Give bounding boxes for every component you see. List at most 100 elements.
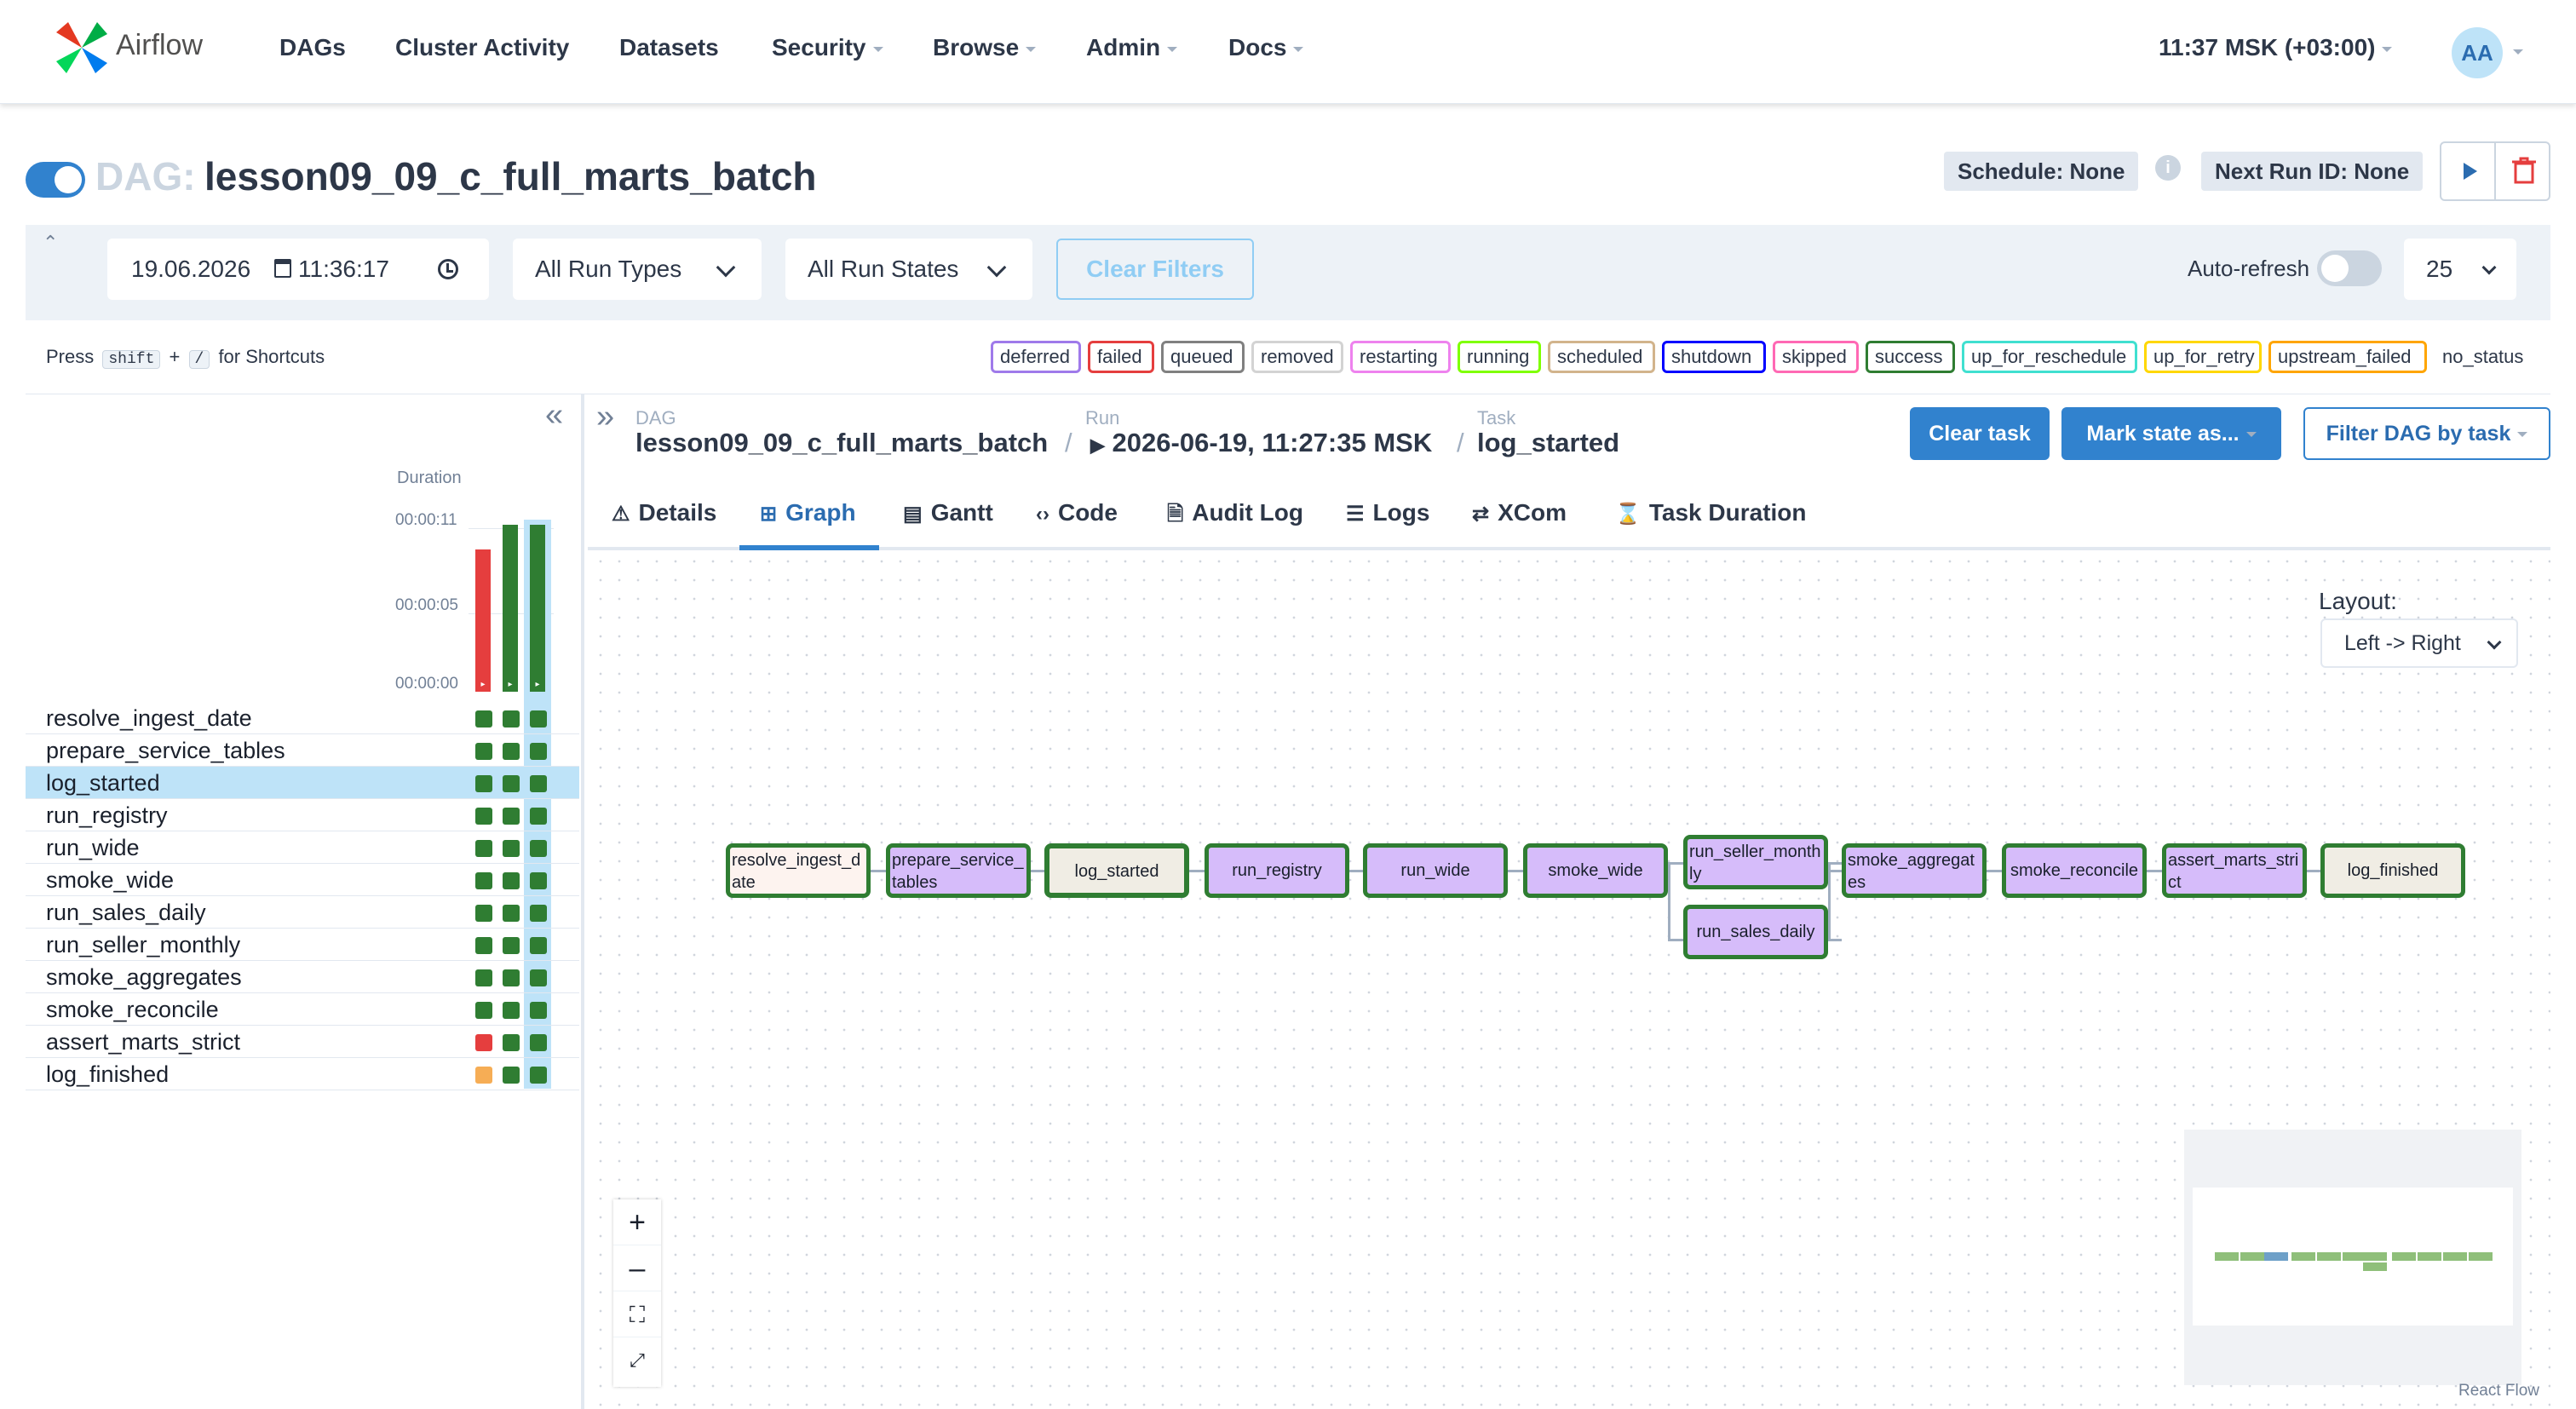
legend-shutdown[interactable]: shutdown — [1662, 341, 1766, 373]
task-instance-square[interactable] — [503, 872, 520, 889]
task-instance-square[interactable] — [530, 872, 547, 889]
legend-no-status[interactable]: no_status — [2433, 341, 2535, 373]
airflow-logo-icon[interactable] — [49, 15, 114, 80]
legend-running[interactable]: running — [1458, 341, 1541, 373]
tab-xcom[interactable]: ⇄ XCom — [1472, 499, 1567, 526]
task-instance-square[interactable] — [530, 710, 547, 728]
collapse-up-icon[interactable]: ⌃ — [43, 232, 58, 254]
expand-icon[interactable]: ⤢ — [613, 1337, 661, 1383]
nav-datasets[interactable]: Datasets — [619, 34, 719, 61]
react-flow-attribution[interactable]: React Flow — [2458, 1382, 2539, 1400]
breadcrumb-run[interactable]: ▶ 2026-06-19, 11:27:35 MSK — [1090, 428, 1432, 458]
dag-node-smoke-wide[interactable]: smoke_wide — [1523, 843, 1668, 898]
task-instance-square[interactable] — [475, 1067, 492, 1084]
legend-upstream-failed[interactable]: upstream_failed — [2268, 341, 2427, 373]
dag-node-run-wide[interactable]: run_wide — [1363, 843, 1508, 898]
timezone-selector[interactable]: 11:37 MSK (+03:00) — [2159, 34, 2392, 61]
task-instance-square[interactable] — [475, 743, 492, 760]
clear-task-button[interactable]: Clear task — [1910, 407, 2050, 460]
nav-dags[interactable]: DAGs — [279, 34, 346, 61]
task-instance-square[interactable] — [475, 775, 492, 792]
task-instance-square[interactable] — [503, 905, 520, 922]
task-instance-square[interactable] — [475, 905, 492, 922]
dag-node-run-sales-daily[interactable]: run_sales_daily — [1683, 905, 1828, 959]
dag-node-run-seller-monthly[interactable]: run_seller_monthly — [1683, 835, 1828, 889]
task-instance-square[interactable] — [475, 808, 492, 825]
task-instance-square[interactable] — [530, 937, 547, 954]
nav-security[interactable]: Security — [772, 34, 883, 61]
minimap[interactable] — [2184, 1130, 2521, 1385]
task-row[interactable]: run_sales_daily — [26, 896, 579, 929]
run-duration-bar[interactable] — [475, 549, 491, 692]
clear-filters-button[interactable]: Clear Filters — [1056, 239, 1254, 300]
task-row[interactable]: smoke_wide — [26, 864, 579, 896]
task-instance-square[interactable] — [503, 808, 520, 825]
legend-queued[interactable]: queued — [1161, 341, 1245, 373]
tab-audit-log[interactable]: 🗎 Audit Log — [1167, 499, 1303, 534]
task-instance-square[interactable] — [503, 1067, 520, 1084]
tab-details[interactable]: ⚠ Details — [612, 499, 716, 526]
dag-node-smoke-reconcile[interactable]: smoke_reconcile — [2002, 843, 2147, 898]
legend-restarting[interactable]: restarting — [1350, 341, 1451, 373]
task-row[interactable]: prepare_service_tables — [26, 734, 579, 767]
task-instance-square[interactable] — [530, 1002, 547, 1019]
task-instance-square[interactable] — [503, 743, 520, 760]
expand-right-icon[interactable]: » — [596, 399, 614, 435]
layout-select[interactable]: Left -> Right — [2320, 618, 2518, 668]
task-instance-square[interactable] — [530, 808, 547, 825]
legend-up-for-retry[interactable]: up_for_retry — [2144, 341, 2262, 373]
run-states-select[interactable]: All Run States — [785, 239, 1032, 300]
legend-scheduled[interactable]: scheduled — [1548, 341, 1655, 373]
legend-failed[interactable]: failed — [1088, 341, 1154, 373]
zoom-in-icon[interactable]: + — [613, 1199, 661, 1245]
task-row[interactable]: run_wide — [26, 831, 579, 864]
nav-cluster-activity[interactable]: Cluster Activity — [395, 34, 569, 61]
task-instance-square[interactable] — [475, 969, 492, 986]
brand-name[interactable]: Airflow — [116, 29, 203, 62]
fit-view-icon[interactable]: ⛶ — [613, 1291, 661, 1337]
task-instance-square[interactable] — [530, 840, 547, 857]
legend-removed[interactable]: removed — [1251, 341, 1343, 373]
tab-gantt[interactable]: ▤ Gantt — [903, 499, 993, 526]
legend-up-for-reschedule[interactable]: up_for_reschedule — [1962, 341, 2137, 373]
dag-pause-toggle[interactable] — [26, 162, 85, 198]
tab-code[interactable]: ‹› Code — [1036, 499, 1118, 526]
panel-divider[interactable] — [581, 394, 584, 1409]
nav-admin[interactable]: Admin — [1086, 34, 1177, 61]
task-instance-square[interactable] — [530, 775, 547, 792]
legend-deferred[interactable]: deferred — [991, 341, 1081, 373]
task-instance-square[interactable] — [503, 969, 520, 986]
runs-count-select[interactable]: 25 — [2404, 239, 2516, 300]
tab-task-duration[interactable]: ⌛ Task Duration — [1615, 499, 1807, 526]
task-instance-square[interactable] — [530, 1034, 547, 1051]
task-instance-square[interactable] — [530, 1067, 547, 1084]
task-instance-square[interactable] — [530, 743, 547, 760]
dag-node-resolve-ingest-date[interactable]: resolve_ingest_date — [726, 843, 871, 898]
tab-graph[interactable]: ⊞ Graph — [760, 499, 856, 526]
task-instance-square[interactable] — [503, 1002, 520, 1019]
nav-browse[interactable]: Browse — [933, 34, 1036, 61]
chevron-down-icon[interactable] — [2513, 49, 2523, 55]
task-row[interactable]: log_finished — [26, 1058, 579, 1090]
task-instance-square[interactable] — [475, 840, 492, 857]
task-row[interactable]: assert_marts_strict — [26, 1026, 579, 1058]
dag-node-prepare-service-tables[interactable]: prepare_service_tables — [886, 843, 1031, 898]
task-instance-square[interactable] — [475, 1034, 492, 1051]
zoom-out-icon[interactable]: – — [613, 1245, 661, 1291]
task-instance-square[interactable] — [475, 937, 492, 954]
mark-state-button[interactable]: Mark state as... — [2061, 407, 2281, 460]
collapse-grid-icon[interactable]: « — [545, 397, 563, 434]
task-row[interactable]: log_started — [26, 767, 579, 799]
task-instance-square[interactable] — [475, 710, 492, 728]
task-row[interactable]: resolve_ingest_date — [26, 702, 579, 734]
auto-refresh-switch[interactable] — [2317, 250, 2382, 286]
task-instance-square[interactable] — [503, 840, 520, 857]
run-types-select[interactable]: All Run Types — [513, 239, 762, 300]
run-duration-bar[interactable] — [503, 525, 518, 692]
task-instance-square[interactable] — [475, 872, 492, 889]
breadcrumb-task[interactable]: log_started — [1477, 428, 1619, 458]
task-row[interactable]: smoke_reconcile — [26, 993, 579, 1026]
dag-node-log-finished[interactable]: log_finished — [2320, 843, 2465, 898]
task-instance-square[interactable] — [475, 1002, 492, 1019]
legend-success[interactable]: success — [1866, 341, 1955, 373]
